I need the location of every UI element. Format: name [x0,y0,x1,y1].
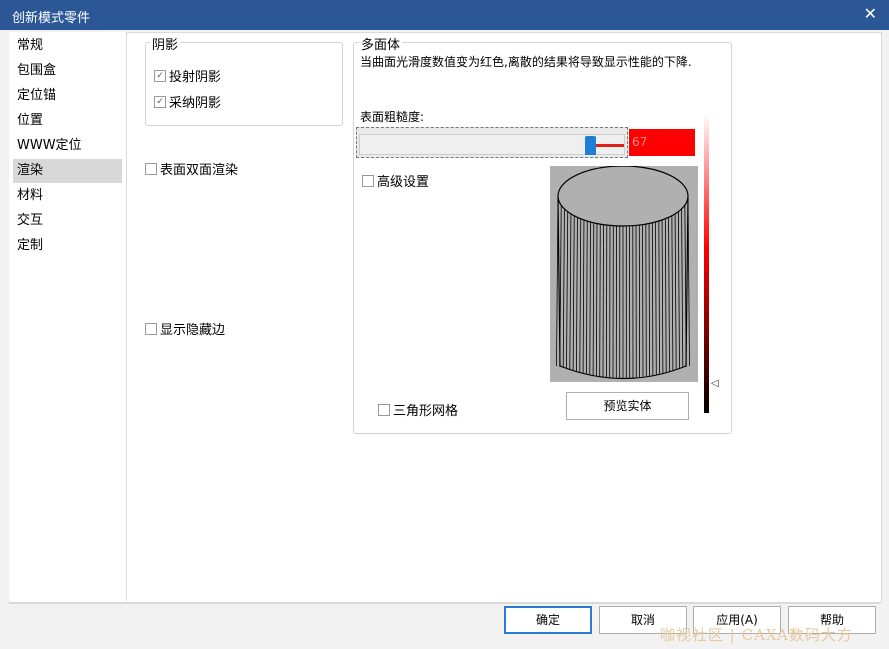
cast-shadow-check-icon: ✓ [154,69,166,82]
polyhedron-legend: 多面体 [359,34,403,53]
shadow-legend: 阴影 [150,34,181,53]
advanced-settings-label: 高级设置 [377,175,430,190]
triangle-mesh-checkbox[interactable]: 三角形网格 [378,400,458,419]
receive-shadow-check-icon: ✓ [154,95,166,108]
polyhedron-note: 当曲面光滑度数值变为红色,离散的结果将导致显示性能的下降. [360,55,692,69]
close-icon[interactable]: ✕ [864,4,877,23]
footer-divider [9,603,880,604]
roughness-value: 67 [629,129,695,156]
roughness-color-scale [704,113,709,413]
watermark-text: 咖视社区 | CAXA数码大方 [660,626,853,644]
receive-shadow-checkbox[interactable]: ✓ 采纳阴影 [154,92,221,111]
two-sided-render-checkbox[interactable]: 表面双面渲染 [145,159,238,178]
show-hidden-edges-checkbox[interactable]: 显示隐藏边 [145,319,225,338]
sidebar-item-general[interactable]: 常规 [13,34,122,58]
sidebar-item-material[interactable]: 材料 [13,184,122,208]
sidebar-item-position[interactable]: 位置 [13,109,122,133]
roughness-label: 表面粗糙度: [360,110,425,124]
scale-marker-icon[interactable]: ◁ [711,378,719,389]
preview-solid-button[interactable]: 预览实体 [566,392,689,420]
show-hidden-edges-label: 显示隐藏边 [160,323,226,338]
receive-shadow-label: 采纳阴影 [169,96,222,111]
title-bar: 创新模式零件 ✕ [0,0,889,30]
ok-button[interactable]: 确定 [504,606,592,634]
sidebar: 常规 包围盒 定位锚 位置 WWW定位 渲染 材料 交互 定制 [9,32,127,601]
sidebar-item-anchor[interactable]: 定位锚 [13,84,122,108]
solid-preview [550,165,698,382]
sidebar-item-interaction[interactable]: 交互 [13,209,122,233]
sidebar-item-bounding-box[interactable]: 包围盒 [13,59,122,83]
cast-shadow-checkbox[interactable]: ✓ 投射阴影 [154,66,221,85]
cylinder-preview-image [556,165,690,380]
two-sided-render-box [145,162,157,175]
sidebar-item-render[interactable]: 渲染 [13,159,122,183]
sidebar-item-custom[interactable]: 定制 [13,234,122,258]
two-sided-render-label: 表面双面渲染 [160,163,239,178]
roughness-slider[interactable] [356,127,628,158]
window-title: 创新模式零件 [12,11,91,26]
triangle-mesh-label: 三角形网格 [393,404,459,419]
roughness-slider-thumb[interactable] [585,136,596,155]
advanced-settings-box [362,174,374,187]
sidebar-item-www-location[interactable]: WWW定位 [13,134,122,158]
triangle-mesh-box [378,403,390,416]
show-hidden-edges-box [145,322,157,335]
cast-shadow-label: 投射阴影 [169,70,222,85]
roughness-slider-track [359,134,625,155]
advanced-settings-checkbox[interactable]: 高级设置 [362,171,429,190]
